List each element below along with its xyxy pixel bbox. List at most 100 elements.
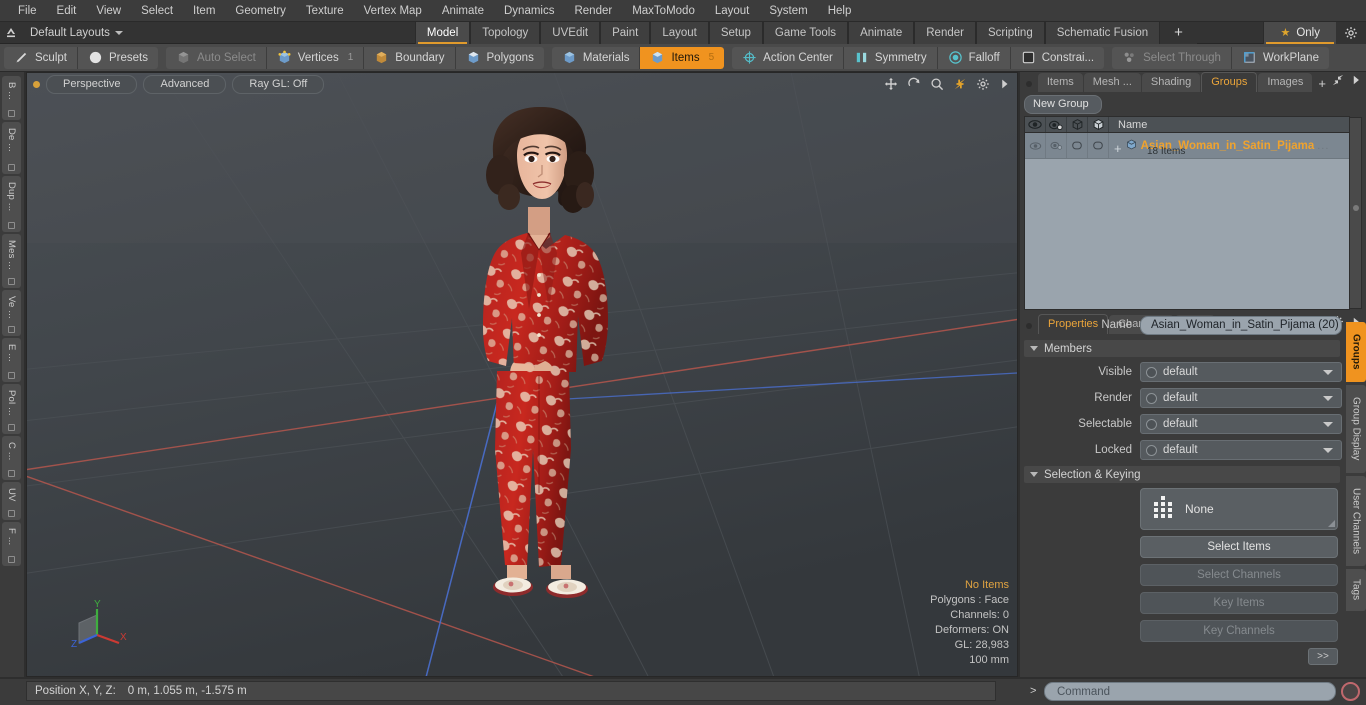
side-tab-user-channels[interactable]: User Channels	[1346, 476, 1366, 566]
tab-render[interactable]: Render	[914, 21, 976, 44]
tab-model[interactable]: Model	[414, 21, 471, 44]
menu-item-vertex-map[interactable]: Vertex Map	[354, 1, 432, 21]
row-expander[interactable]: +	[1114, 142, 1122, 155]
tab-groups[interactable]: Groups	[1201, 72, 1258, 92]
left-tab-uv[interactable]: UV	[2, 482, 21, 520]
character-model[interactable]	[427, 99, 657, 659]
select-through-button[interactable]: Select Through	[1112, 46, 1232, 69]
maximize-icon[interactable]	[1332, 74, 1344, 89]
selection-set-picker[interactable]: None	[1140, 488, 1338, 530]
tab-images[interactable]: Images	[1258, 73, 1313, 92]
cube-solid-icon[interactable]	[1088, 117, 1109, 132]
render-icon[interactable]	[1046, 117, 1067, 132]
locked-dropdown[interactable]: default	[1140, 440, 1342, 460]
left-tab-vertex[interactable]: Ve ...	[2, 290, 21, 336]
left-tab-duplicate[interactable]: Dup ...	[2, 176, 21, 232]
tab-uvedit[interactable]: UVEdit	[540, 21, 601, 44]
command-input[interactable]: Command	[1044, 682, 1336, 701]
select-items-button[interactable]: Select Items	[1140, 536, 1338, 558]
tab-items[interactable]: Items	[1037, 73, 1083, 92]
menu-item-render[interactable]: Render	[564, 1, 622, 21]
menu-item-animate[interactable]: Animate	[432, 1, 494, 21]
row-name-cell[interactable]: + Asian_Woman_in_Satin_Pijama ... 18 Ite…	[1109, 133, 1349, 158]
panel-menu-dot-icon[interactable]	[1026, 81, 1032, 87]
selection-keying-section-header[interactable]: Selection & Keying	[1024, 466, 1340, 483]
menu-item-help[interactable]: Help	[818, 1, 862, 21]
add-panel-tab-button[interactable]: +	[1313, 75, 1331, 92]
members-section-header[interactable]: Members	[1024, 340, 1340, 357]
auto-select-button[interactable]: Auto Select	[165, 46, 267, 69]
only-toggle-button[interactable]: ★ Only	[1263, 21, 1336, 44]
tab-shading[interactable]: Shading	[1141, 73, 1201, 92]
falloff-button[interactable]: Falloff	[937, 46, 1011, 69]
symmetry-button[interactable]: Symmetry	[843, 46, 938, 69]
menu-item-system[interactable]: System	[759, 1, 817, 21]
menu-item-select[interactable]: Select	[131, 1, 183, 21]
visible-dropdown[interactable]: default	[1140, 362, 1342, 382]
menu-item-file[interactable]: File	[8, 1, 47, 21]
groups-tree[interactable]: Name + Asian_Woman_in_Satin_Pijama ... 1…	[1024, 116, 1362, 310]
rotate-icon[interactable]	[907, 77, 921, 91]
viewport-menu-dot-icon[interactable]	[33, 80, 40, 88]
cube-outline-icon[interactable]	[1067, 117, 1088, 132]
side-tab-group-display[interactable]: Group Display	[1346, 385, 1366, 473]
table-row[interactable]: + Asian_Woman_in_Satin_Pijama ... 18 Ite…	[1025, 117, 1362, 309]
tab-topology[interactable]: Topology	[470, 21, 541, 44]
menu-item-geometry[interactable]: Geometry	[225, 1, 296, 21]
layout-preset-selector[interactable]: Default Layouts	[22, 27, 131, 39]
chevron-right-icon[interactable]	[999, 77, 1009, 91]
viewport-canvas[interactable]: Y X Z	[27, 73, 1017, 676]
tab-animate[interactable]: Animate	[848, 21, 915, 44]
tab-paint[interactable]: Paint	[600, 21, 651, 44]
scrollbar-knob[interactable]	[1353, 205, 1359, 212]
presets-button[interactable]: Presets	[77, 46, 158, 69]
tab-setup[interactable]: Setup	[708, 21, 763, 44]
row-render-toggle[interactable]	[1046, 133, 1067, 158]
fit-icon[interactable]	[953, 77, 967, 91]
sculpt-button[interactable]: Sculpt	[4, 46, 78, 69]
zoom-icon[interactable]	[930, 77, 944, 91]
side-tab-tags[interactable]: Tags	[1346, 569, 1366, 611]
boundary-button[interactable]: Boundary	[364, 46, 456, 69]
workplane-button[interactable]: WorkPlane	[1231, 46, 1329, 69]
left-tab-basic[interactable]: B ...	[2, 76, 21, 120]
polygons-button[interactable]: Polygons	[455, 46, 544, 69]
viewport-projection-selector[interactable]: Perspective	[46, 74, 138, 94]
menu-item-texture[interactable]: Texture	[296, 1, 354, 21]
viewport-raygl-selector[interactable]: Ray GL: Off	[232, 74, 325, 94]
record-icon[interactable]	[1341, 682, 1360, 701]
vertices-button[interactable]: Vertices 1	[266, 46, 365, 69]
left-tab-deform[interactable]: De ...	[2, 122, 21, 174]
left-tab-fusion[interactable]: F ...	[2, 522, 21, 566]
menu-item-layout[interactable]: Layout	[705, 1, 760, 21]
left-tab-mesh-edit[interactable]: Mes ...	[2, 234, 21, 288]
tab-layout[interactable]: Layout	[650, 21, 709, 44]
tab-game-tools[interactable]: Game Tools	[762, 21, 849, 44]
add-layout-tab-button[interactable]: +	[1160, 21, 1197, 44]
viewport-shading-selector[interactable]: Advanced	[143, 74, 227, 94]
row-visible-toggle[interactable]	[1025, 133, 1046, 158]
menu-item-dynamics[interactable]: Dynamics	[494, 1, 564, 21]
forward-button[interactable]: >>	[1308, 648, 1338, 665]
tab-mesh[interactable]: Mesh ...	[1083, 73, 1141, 92]
new-group-button[interactable]: New Group	[1024, 95, 1102, 114]
items-button[interactable]: Items 5	[640, 46, 725, 69]
row-selectable-toggle[interactable]	[1067, 133, 1088, 158]
tab-schematic-fusion[interactable]: Schematic Fusion	[1044, 21, 1161, 44]
menu-item-view[interactable]: View	[86, 1, 131, 21]
menu-item-maxtomodo[interactable]: MaxToModo	[622, 1, 705, 21]
row-locked-toggle[interactable]	[1088, 133, 1109, 158]
left-tab-edge[interactable]: E ...	[2, 338, 21, 382]
eye-icon[interactable]	[1025, 117, 1046, 132]
action-center-button[interactable]: Action Center	[732, 46, 844, 69]
tab-scripting[interactable]: Scripting	[975, 21, 1045, 44]
left-tab-polygon[interactable]: Pol ...	[2, 384, 21, 434]
groups-tree-scrollbar[interactable]	[1349, 117, 1362, 309]
selectable-dropdown[interactable]: default	[1140, 414, 1342, 434]
gear-icon[interactable]	[976, 77, 990, 91]
menu-item-edit[interactable]: Edit	[47, 1, 87, 21]
3d-viewport[interactable]: Y X Z Perspective Advanced Ray GL: Off N…	[26, 72, 1018, 677]
layout-settings-button[interactable]	[1336, 21, 1366, 44]
render-dropdown[interactable]: default	[1140, 388, 1342, 408]
materials-button[interactable]: Materials	[551, 46, 641, 69]
